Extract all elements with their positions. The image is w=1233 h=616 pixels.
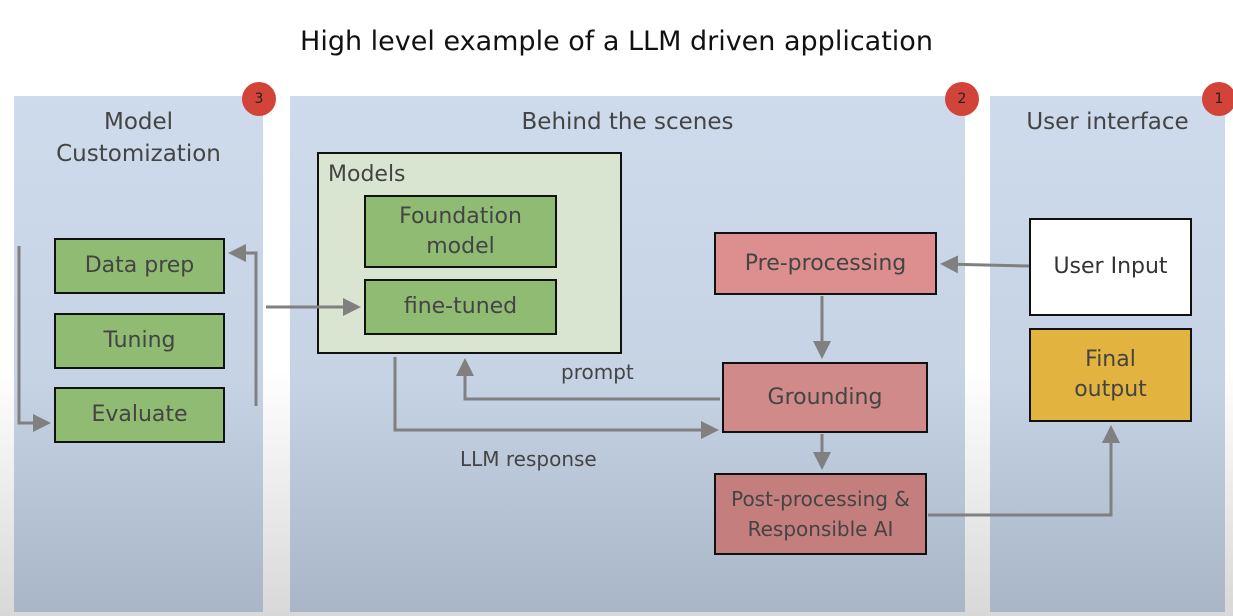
- arrow-user-input-to-pre: [940, 255, 1030, 274]
- arrows-layer: [17, 244, 1120, 517]
- arrow-loop-to-data-prep: [228, 244, 258, 406]
- arrow-post-to-final: [928, 425, 1120, 517]
- arrow-llm-response: [393, 357, 719, 439]
- arrow-loop-to-evaluate: [17, 246, 51, 432]
- arrow-prompt: [456, 358, 720, 401]
